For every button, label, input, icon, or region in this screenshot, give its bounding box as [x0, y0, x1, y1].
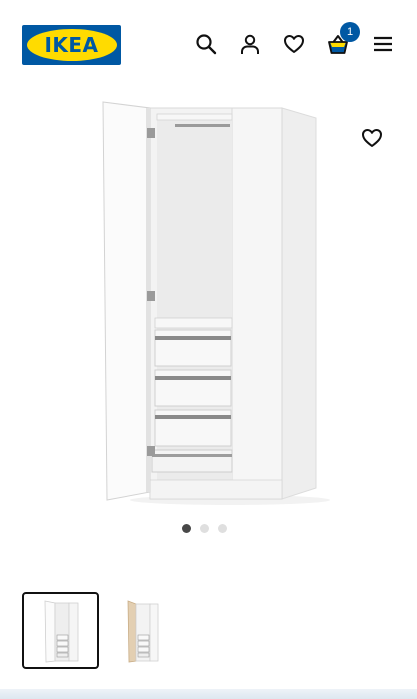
user-icon — [241, 34, 259, 54]
menu-icon — [374, 36, 392, 52]
product-page: IKEA 1 — [0, 0, 417, 699]
logo-text: IKEA — [44, 33, 99, 57]
image-carousel-dots — [182, 524, 227, 534]
white-wardrobe-thumbnail-image — [44, 600, 78, 662]
carousel-dot-2[interactable] — [200, 524, 209, 533]
search-icon — [196, 34, 217, 55]
favourite-button[interactable] — [358, 124, 386, 152]
wardrobe-illustration — [102, 101, 330, 505]
white-wardrobe-thumbnail[interactable] — [22, 592, 99, 669]
search-button[interactable] — [192, 30, 220, 58]
cart-count-badge: 1 — [340, 22, 360, 42]
logo-oval: IKEA — [26, 29, 117, 61]
oak-wardrobe-thumbnail-image — [127, 599, 158, 662]
carousel-dot-1[interactable] — [182, 524, 191, 533]
menu-button[interactable] — [369, 30, 397, 58]
bottom-sheet-edge — [0, 689, 417, 699]
carousel-dot-3[interactable] — [218, 524, 227, 533]
oak-wardrobe-thumbnail[interactable] — [103, 592, 180, 669]
account-button[interactable] — [236, 30, 264, 58]
heart-icon — [284, 35, 304, 53]
product-image[interactable] — [0, 95, 417, 515]
site-header: IKEA 1 — [0, 0, 417, 90]
heart-icon — [362, 129, 382, 147]
wishlist-button[interactable] — [280, 30, 308, 58]
ikea-logo[interactable]: IKEA — [22, 25, 121, 65]
